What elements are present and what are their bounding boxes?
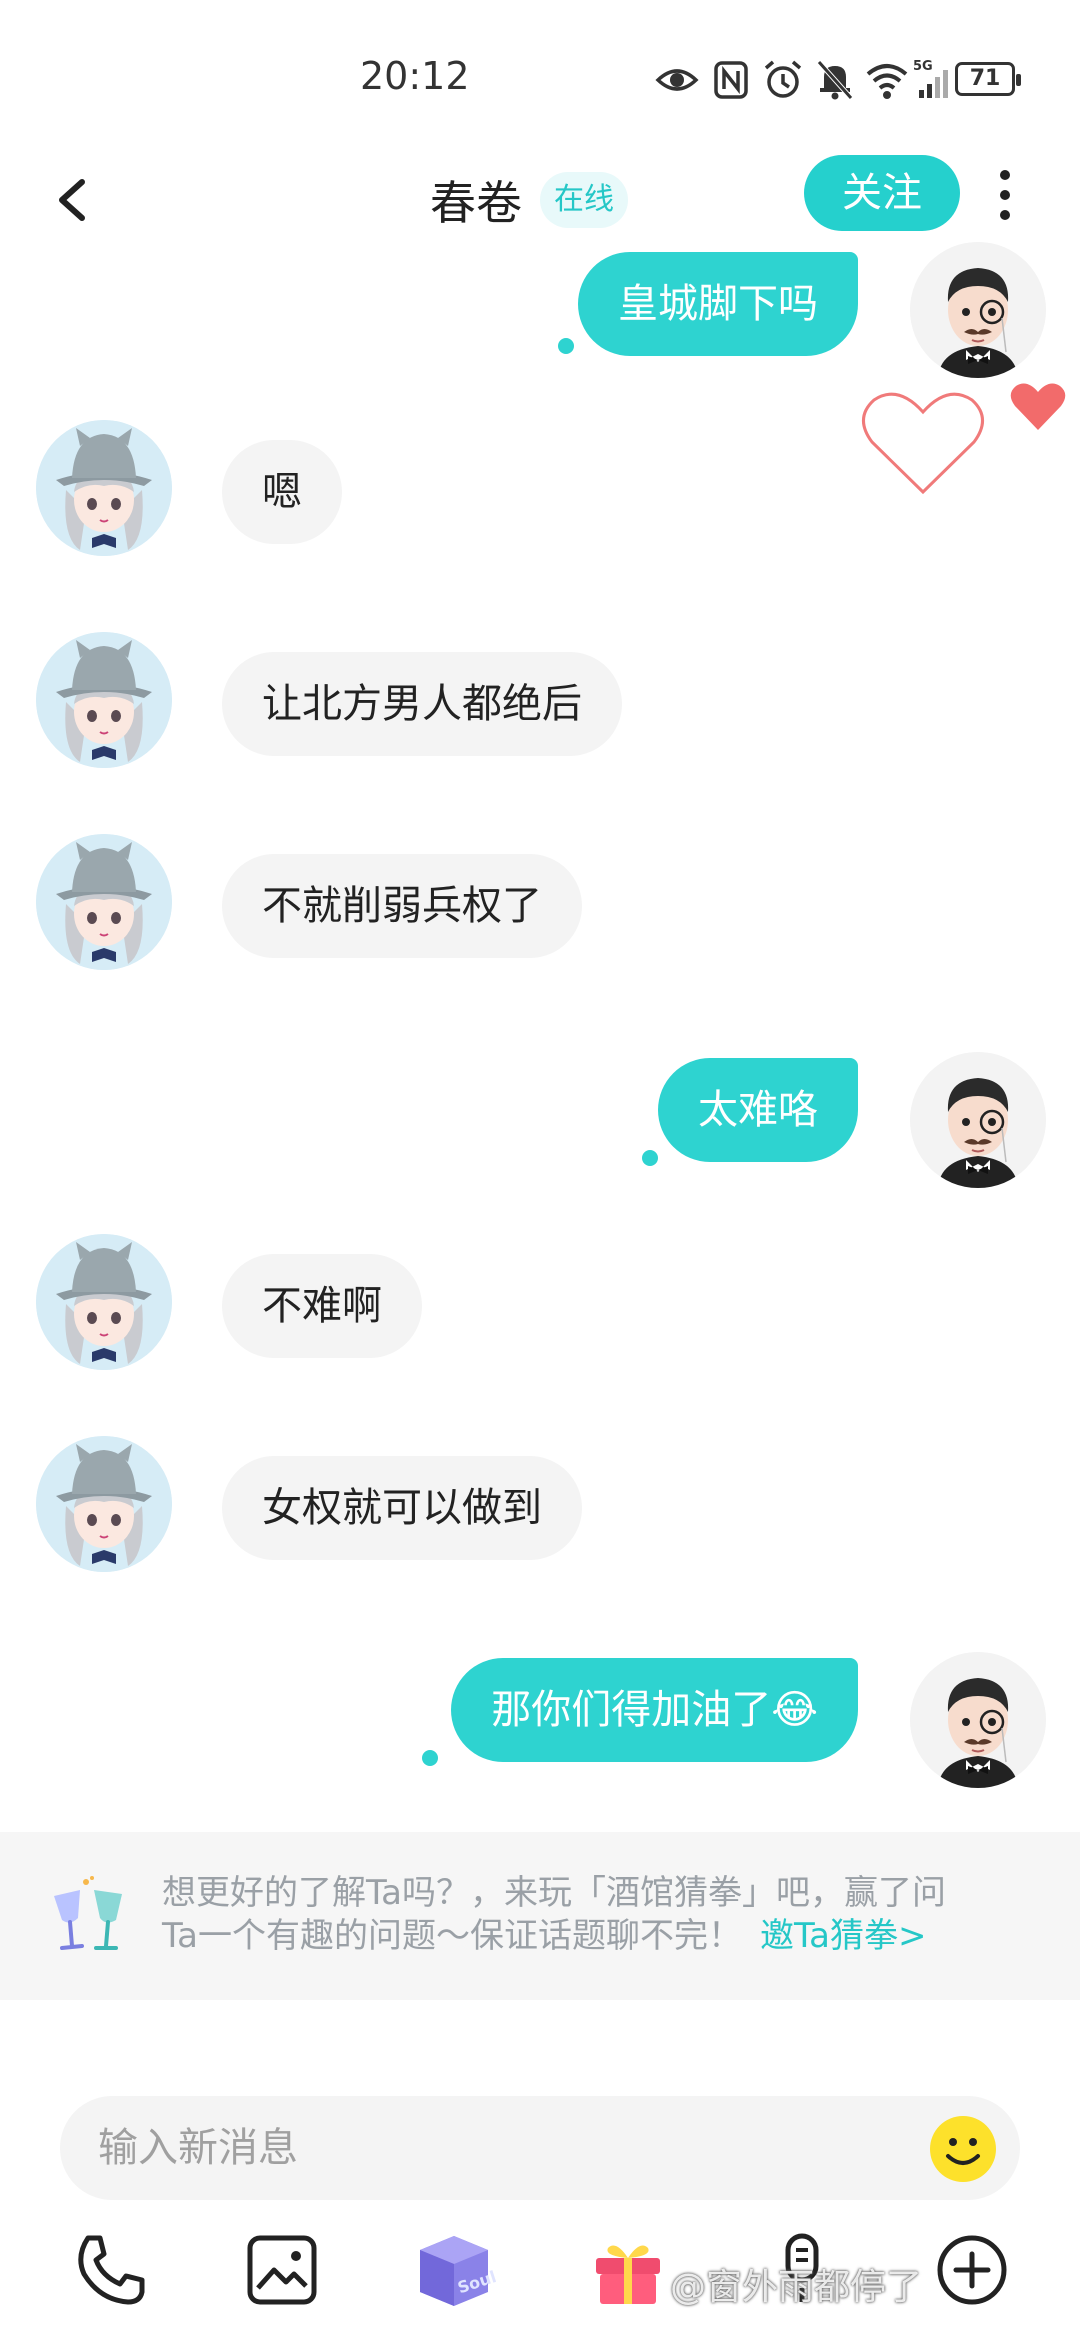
heart-outline-icon[interactable] — [860, 388, 986, 498]
gift-icon[interactable] — [588, 2230, 668, 2310]
message-bubble[interactable]: 那你们得加油了😂 — [451, 1658, 858, 1762]
contact-avatar[interactable] — [36, 1436, 172, 1572]
message-bubble[interactable]: 女权就可以做到 — [222, 1456, 582, 1560]
my-avatar[interactable] — [910, 1652, 1046, 1788]
message-bubble[interactable]: 嗯 — [222, 440, 342, 544]
my-avatar[interactable] — [910, 242, 1046, 378]
wifi-icon — [866, 64, 908, 99]
banner-text: 想更好的了解Ta吗？，来玩「酒馆猜拳」吧，赢了问 Ta一个有趣的问题～保证话题聊… — [162, 1872, 1042, 1958]
eye-icon — [655, 69, 699, 91]
status-time: 20:12 — [360, 54, 470, 98]
contact-avatar[interactable] — [36, 834, 172, 970]
more-options-icon[interactable] — [990, 165, 1020, 225]
read-indicator-dot — [422, 1750, 438, 1766]
my-avatar[interactable] — [910, 1052, 1046, 1188]
chat-header: 春卷 在线 关注 — [0, 150, 1080, 260]
message-input-bar — [60, 2096, 1020, 2200]
message-bubble[interactable]: 太难咯 — [658, 1058, 858, 1162]
banner-line-2: Ta一个有趣的问题～保证话题聊不完！ 邀Ta猜拳> — [162, 1915, 1042, 1958]
heart-filled-icon — [1010, 383, 1066, 430]
message-bubble[interactable]: 让北方男人都绝后 — [222, 652, 622, 756]
emoji-icon[interactable] — [928, 2114, 998, 2184]
signal-5g-icon: 5G — [913, 59, 948, 98]
plus-circle-icon[interactable] — [932, 2230, 1012, 2310]
alarm-icon — [764, 60, 802, 98]
status-icons: 5G 71 — [655, 58, 1025, 102]
read-indicator-dot — [642, 1150, 658, 1166]
status-bar: 20:12 5G 71 — [0, 0, 1080, 150]
back-arrow-icon[interactable] — [40, 160, 110, 240]
image-gallery-icon[interactable] — [242, 2230, 322, 2310]
contact-name[interactable]: 春卷 — [430, 167, 522, 233]
svg-text:5G: 5G — [913, 59, 933, 74]
contact-avatar[interactable] — [36, 632, 172, 768]
message-list[interactable]: 皇城脚下吗 嗯 让北方男人都绝后 不就削弱兵权了 太难咯 不难啊 女权就可以做到… — [0, 242, 1080, 1830]
title-group: 春卷 在线 — [430, 165, 628, 235]
message-bubble[interactable]: 不就削弱兵权了 — [222, 854, 582, 958]
message-bubble[interactable]: 不难啊 — [222, 1254, 422, 1358]
soul-box-icon[interactable]: Soul — [412, 2226, 496, 2310]
banner-line-2-text: Ta一个有趣的问题～保证话题聊不完！ — [162, 1916, 742, 1956]
contact-avatar[interactable] — [36, 1234, 172, 1370]
online-status-badge: 在线 — [540, 172, 628, 228]
contact-avatar[interactable] — [36, 420, 172, 556]
mute-bell-icon — [817, 60, 853, 100]
nfc-icon — [714, 61, 748, 99]
game-invite-banner: 想更好的了解Ta吗？，来玩「酒馆猜拳」吧，赢了问 Ta一个有趣的问题～保证话题聊… — [0, 1832, 1080, 2000]
watermark: @窗外雨都停了 — [670, 2267, 923, 2308]
banner-line-1: 想更好的了解Ta吗？，来玩「酒馆猜拳」吧，赢了问 — [162, 1873, 946, 1913]
cheers-glasses-icon — [54, 1876, 122, 1950]
message-bubble[interactable]: 皇城脚下吗 — [578, 252, 858, 356]
phone-icon[interactable] — [70, 2230, 150, 2310]
message-input[interactable] — [98, 2096, 918, 2200]
battery-indicator: 71 — [955, 62, 1021, 96]
follow-button[interactable]: 关注 — [804, 155, 960, 231]
invite-game-link[interactable]: 邀Ta猜拳> — [760, 1916, 926, 1956]
read-indicator-dot — [558, 338, 574, 354]
